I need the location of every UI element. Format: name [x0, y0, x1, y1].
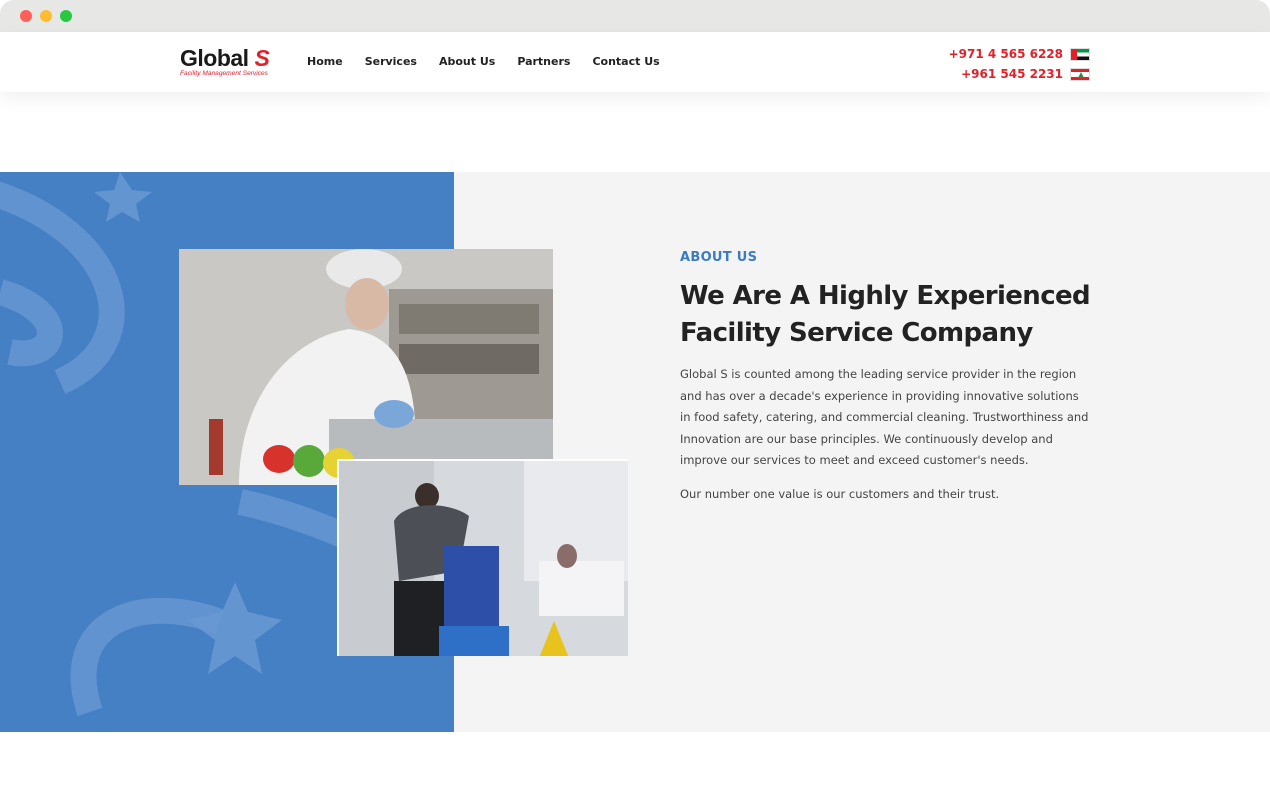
about-paragraph-2: Our number one value is our customers an… — [680, 487, 1000, 501]
lebanon-flag-icon — [1070, 67, 1090, 81]
cleaning-photo-illustration — [339, 461, 628, 656]
section-eyebrow: ABOUT US — [680, 250, 758, 265]
browser-chrome — [0, 0, 1270, 32]
close-window-icon[interactable] — [20, 10, 32, 22]
site-header: Global S Facility Management Services Ho… — [0, 32, 1270, 92]
maximize-window-icon[interactable] — [60, 10, 72, 22]
logo-brand-accent: S — [254, 45, 270, 71]
section-heading: We Are A Highly Experienced Facility Ser… — [680, 281, 1091, 348]
phone-uae[interactable]: +971 4 565 6228 — [949, 47, 1063, 61]
phone-lebanon[interactable]: +961 545 2231 — [961, 67, 1063, 81]
logo[interactable]: Global S Facility Management Services — [180, 46, 286, 80]
about-section: ABOUT US We Are A Highly Experienced Fac… — [0, 172, 1270, 732]
kitchen-photo-illustration — [179, 249, 553, 485]
nav-partners[interactable]: Partners — [517, 55, 570, 68]
nav-services[interactable]: Services — [365, 55, 417, 68]
phone-contacts: +971 4 565 6228 +961 545 2231 — [949, 44, 1090, 84]
kitchen-staff-photo — [179, 249, 553, 485]
logo-brand: Global — [180, 45, 249, 71]
main-nav: Home Services About Us Partners Contact … — [307, 55, 682, 68]
cleaning-staff-photo — [337, 459, 628, 656]
nav-about-us[interactable]: About Us — [439, 55, 495, 68]
minimize-window-icon[interactable] — [40, 10, 52, 22]
phone-row-uae: +971 4 565 6228 — [949, 44, 1090, 64]
uae-flag-icon — [1070, 47, 1090, 61]
logo-wordmark: Global S — [180, 45, 270, 71]
phone-row-lebanon: +961 545 2231 — [949, 64, 1090, 84]
nav-contact-us[interactable]: Contact Us — [592, 55, 659, 68]
about-paragraph-1: Global S is counted among the leading se… — [680, 367, 1089, 467]
nav-home[interactable]: Home — [307, 55, 343, 68]
logo-tagline: Facility Management Services — [180, 70, 268, 77]
